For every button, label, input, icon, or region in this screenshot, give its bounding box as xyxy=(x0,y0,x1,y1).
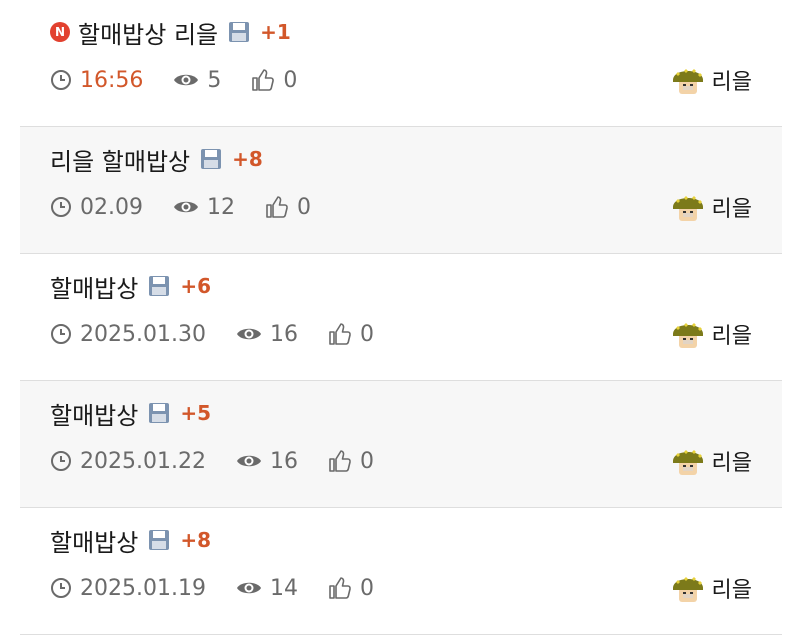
post-meta: 2025.01.30 16 0 xyxy=(50,316,404,352)
comment-count[interactable]: +8 xyxy=(180,528,211,552)
post-meta: 16:56 5 0 xyxy=(50,62,327,98)
post-title-line[interactable]: 할매밥상 +5 xyxy=(50,395,211,431)
post-likes: 0 xyxy=(328,576,374,601)
floppy-disk-icon xyxy=(149,403,170,423)
view-count: 5 xyxy=(207,67,222,93)
comment-count[interactable]: +6 xyxy=(180,274,211,298)
eye-icon xyxy=(236,328,261,340)
post-title-line[interactable]: 리을 할매밥상 +8 xyxy=(50,141,263,177)
list-item[interactable]: 할매밥상 +6 2025.01.30 16 0 리을 xyxy=(20,254,782,381)
post-views: 16 xyxy=(236,322,298,347)
post-meta: 2025.01.22 16 0 xyxy=(50,443,404,479)
post-views: 12 xyxy=(173,195,235,220)
list-item[interactable]: 할매밥상 +8 2025.01.19 14 0 리을 xyxy=(20,508,782,635)
post-title[interactable]: 할매밥상 xyxy=(50,523,138,558)
thumbs-up-icon xyxy=(329,323,351,345)
list-item[interactable]: N 할매밥상 리을 +1 16:56 5 0 리을 xyxy=(20,0,782,127)
like-count: 0 xyxy=(359,448,374,474)
soldier-avatar-icon xyxy=(672,323,703,348)
post-title[interactable]: 할매밥상 xyxy=(50,269,138,304)
post-time: 16:56 xyxy=(50,68,143,93)
like-count: 0 xyxy=(359,575,374,601)
post-title-line[interactable]: 할매밥상 +8 xyxy=(50,522,211,558)
post-time: 2025.01.22 xyxy=(50,449,206,474)
eye-icon xyxy=(174,74,199,86)
eye-icon xyxy=(236,455,261,467)
thumbs-up-icon xyxy=(329,577,351,599)
post-likes: 0 xyxy=(328,322,374,347)
clock-icon xyxy=(51,324,71,344)
author-name[interactable]: 리을 xyxy=(712,445,752,477)
view-count: 12 xyxy=(206,194,235,220)
clock-icon xyxy=(51,70,71,90)
view-count: 16 xyxy=(269,321,298,347)
post-time: 2025.01.19 xyxy=(50,576,206,601)
thumbs-up-icon xyxy=(266,196,288,218)
soldier-avatar-icon xyxy=(672,450,703,475)
thumbs-up-icon xyxy=(329,450,351,472)
view-count: 14 xyxy=(269,575,298,601)
like-count: 0 xyxy=(283,67,298,93)
comment-count[interactable]: +8 xyxy=(232,147,263,171)
author-name[interactable]: 리을 xyxy=(712,318,752,350)
author-name[interactable]: 리을 xyxy=(712,191,752,223)
soldier-avatar-icon xyxy=(672,69,703,94)
like-count: 0 xyxy=(359,321,374,347)
post-author[interactable]: 리을 xyxy=(670,62,752,98)
post-author[interactable]: 리을 xyxy=(670,570,752,606)
author-name[interactable]: 리을 xyxy=(712,572,752,604)
post-likes: 0 xyxy=(251,68,297,93)
post-title[interactable]: 리을 할매밥상 xyxy=(50,142,190,177)
comment-count[interactable]: +5 xyxy=(180,401,211,425)
post-time: 2025.01.30 xyxy=(50,322,206,347)
clock-icon xyxy=(51,578,71,598)
list-item[interactable]: 할매밥상 +5 2025.01.22 16 0 리을 xyxy=(20,381,782,508)
clock-icon xyxy=(51,451,71,471)
like-count: 0 xyxy=(296,194,311,220)
thumbs-up-icon xyxy=(252,69,275,91)
floppy-disk-icon xyxy=(201,149,222,169)
post-views: 5 xyxy=(173,68,221,93)
list-item[interactable]: 리을 할매밥상 +8 02.09 12 0 리을 xyxy=(20,127,782,254)
post-time-value: 2025.01.30 xyxy=(80,321,206,347)
post-meta: 2025.01.19 14 0 xyxy=(50,570,404,606)
eye-icon xyxy=(236,582,261,594)
soldier-avatar-icon xyxy=(672,577,703,602)
post-title[interactable]: 할매밥상 xyxy=(50,396,138,431)
post-time-value: 2025.01.22 xyxy=(80,448,206,474)
post-list: N 할매밥상 리을 +1 16:56 5 0 리을 리을 할매밥상 +8 02.… xyxy=(20,0,782,635)
floppy-disk-icon xyxy=(229,22,250,42)
post-author[interactable]: 리을 xyxy=(670,189,752,225)
new-badge-icon: N xyxy=(50,22,70,42)
post-likes: 0 xyxy=(328,449,374,474)
post-title-line[interactable]: 할매밥상 +6 xyxy=(50,268,211,304)
post-views: 14 xyxy=(236,576,298,601)
post-time-value: 02.09 xyxy=(80,194,143,220)
eye-icon xyxy=(173,201,198,213)
author-name[interactable]: 리을 xyxy=(712,64,752,96)
post-likes: 0 xyxy=(265,195,311,220)
view-count: 16 xyxy=(269,448,298,474)
post-author[interactable]: 리을 xyxy=(670,443,752,479)
post-author[interactable]: 리을 xyxy=(670,316,752,352)
post-title[interactable]: 할매밥상 리을 xyxy=(78,15,218,50)
floppy-disk-icon xyxy=(149,530,170,550)
floppy-disk-icon xyxy=(149,276,170,296)
post-time-value: 2025.01.19 xyxy=(80,575,206,601)
clock-icon xyxy=(51,197,71,217)
post-time-value: 16:56 xyxy=(80,67,144,93)
soldier-avatar-icon xyxy=(672,196,703,221)
post-time: 02.09 xyxy=(50,195,143,220)
comment-count[interactable]: +1 xyxy=(260,20,291,44)
post-title-line[interactable]: N 할매밥상 리을 +1 xyxy=(50,14,291,50)
post-views: 16 xyxy=(236,449,298,474)
post-meta: 02.09 12 0 xyxy=(50,189,341,225)
